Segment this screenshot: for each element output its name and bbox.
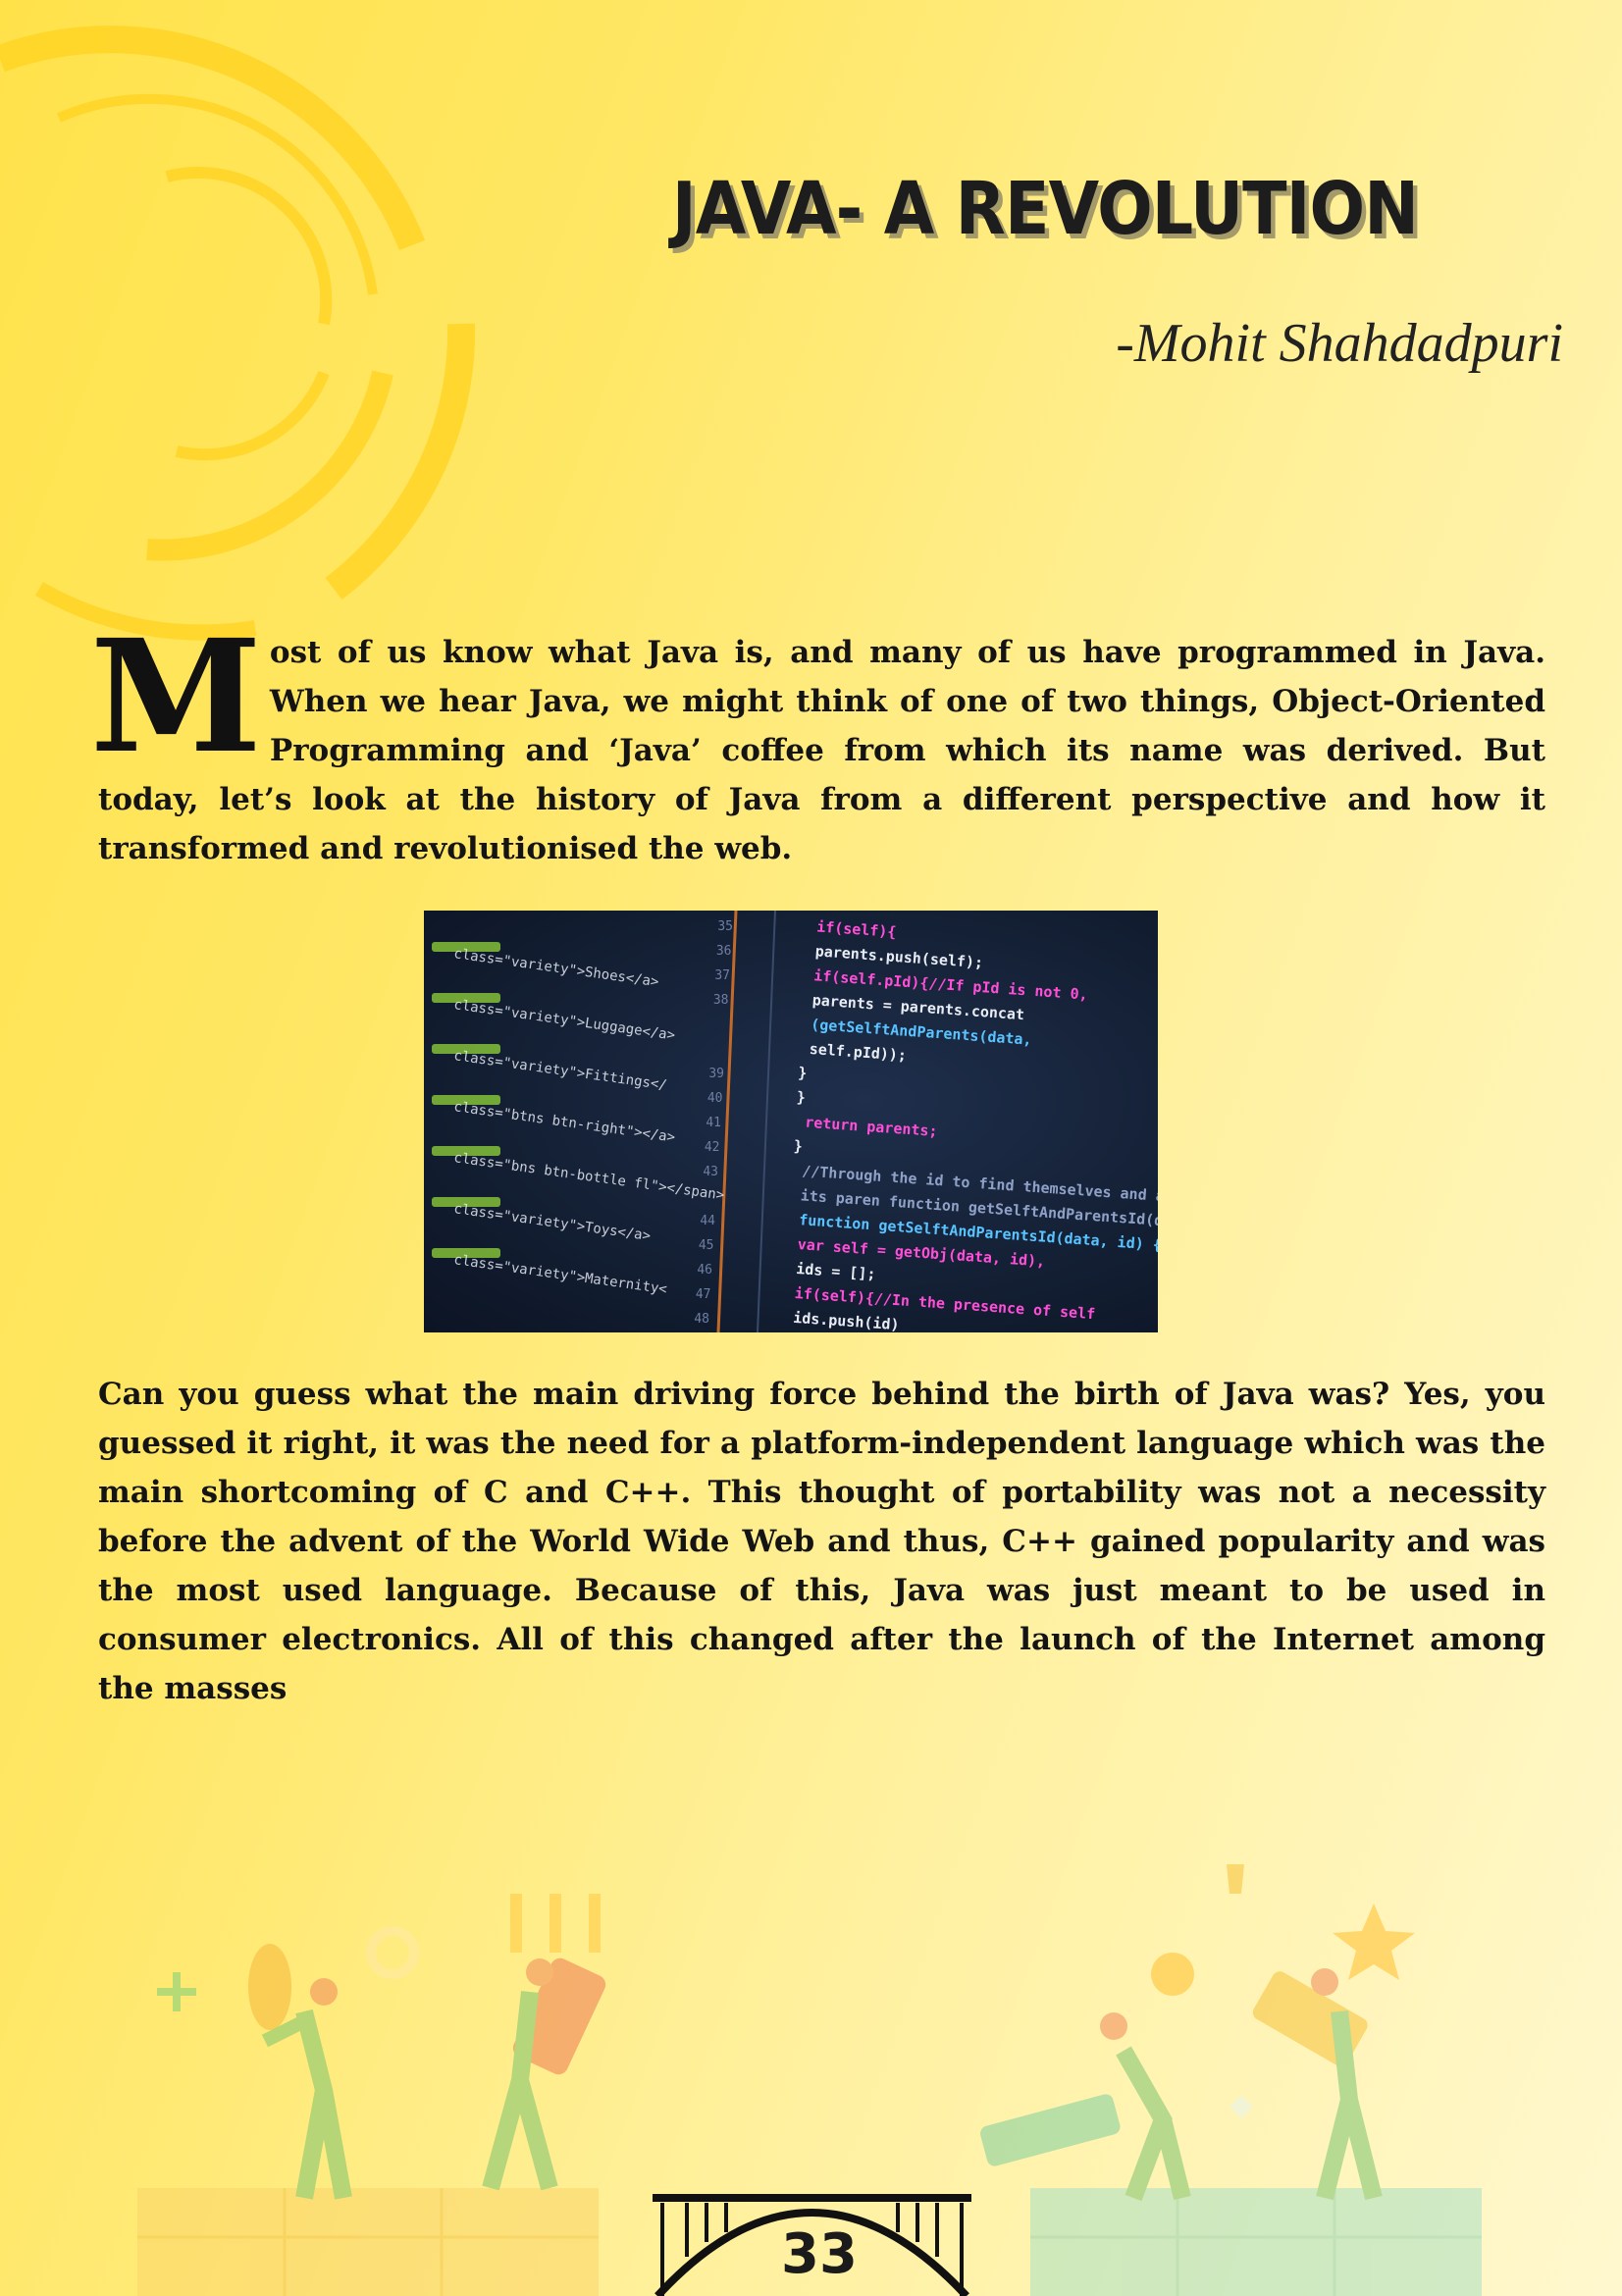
line-number: 36 [716,944,732,959]
html-code-line: class="variety">Luggage</a> [452,997,676,1044]
code-line: } [796,1088,806,1107]
intro-paragraph: Most of us know what Java is, and many o… [90,620,1545,873]
intro-paragraph-text: ost of us know what Java is, and many of… [98,635,1545,866]
code-guide-line [757,911,776,1332]
html-code-line: class="variety">Toys</a> [452,1201,652,1244]
html-code-line: class="variety">Shoes</a> [452,946,659,990]
line-number: 41 [706,1116,721,1130]
line-number: 43 [703,1165,718,1179]
line-number: 47 [696,1287,711,1302]
code-line: } [798,1064,808,1082]
page-number: 33 [781,2222,858,2286]
code-line: if(self){ [816,917,897,941]
line-number: 38 [713,993,729,1008]
history-paragraph: Can you guess what the main driving forc… [98,1377,1545,1706]
html-code-line: class="variety">Fittings</ [452,1048,667,1093]
background-rings-decoration [0,26,476,641]
article-title: JAVA- A REVOLUTION [671,167,1419,251]
drop-cap: M [90,606,262,788]
html-code-line: class="btns btn-right"></a> [452,1099,676,1146]
line-number: 42 [705,1140,720,1155]
html-code-line: class="variety">Maternity< [452,1252,667,1297]
code-line: } [793,1137,803,1156]
article-author: -Mohit Shahdadpuri [1116,313,1563,374]
code-line: self.pId)); [809,1040,907,1065]
code-line: return parents; [805,1114,938,1140]
line-number: 48 [694,1312,709,1327]
line-number: 44 [700,1214,715,1228]
code-line: ids.push(id) [793,1309,900,1332]
line-number: 39 [708,1067,724,1081]
line-number: 37 [714,968,730,983]
line-number: 45 [699,1238,714,1253]
line-number: 40 [707,1091,723,1106]
code-line: ids = []; [796,1260,876,1283]
code-line: parents.push(self); [814,942,983,971]
line-number: 35 [717,919,733,934]
html-code-line: class="bns btn-bottle fl"></span> [452,1150,725,1204]
code-screenshot-image: class="variety">Shoes</a> class="variety"… [424,911,1158,1332]
line-number: 46 [697,1263,712,1278]
code-screenshot-graphic: class="variety">Shoes</a> class="variety"… [432,911,1158,1332]
